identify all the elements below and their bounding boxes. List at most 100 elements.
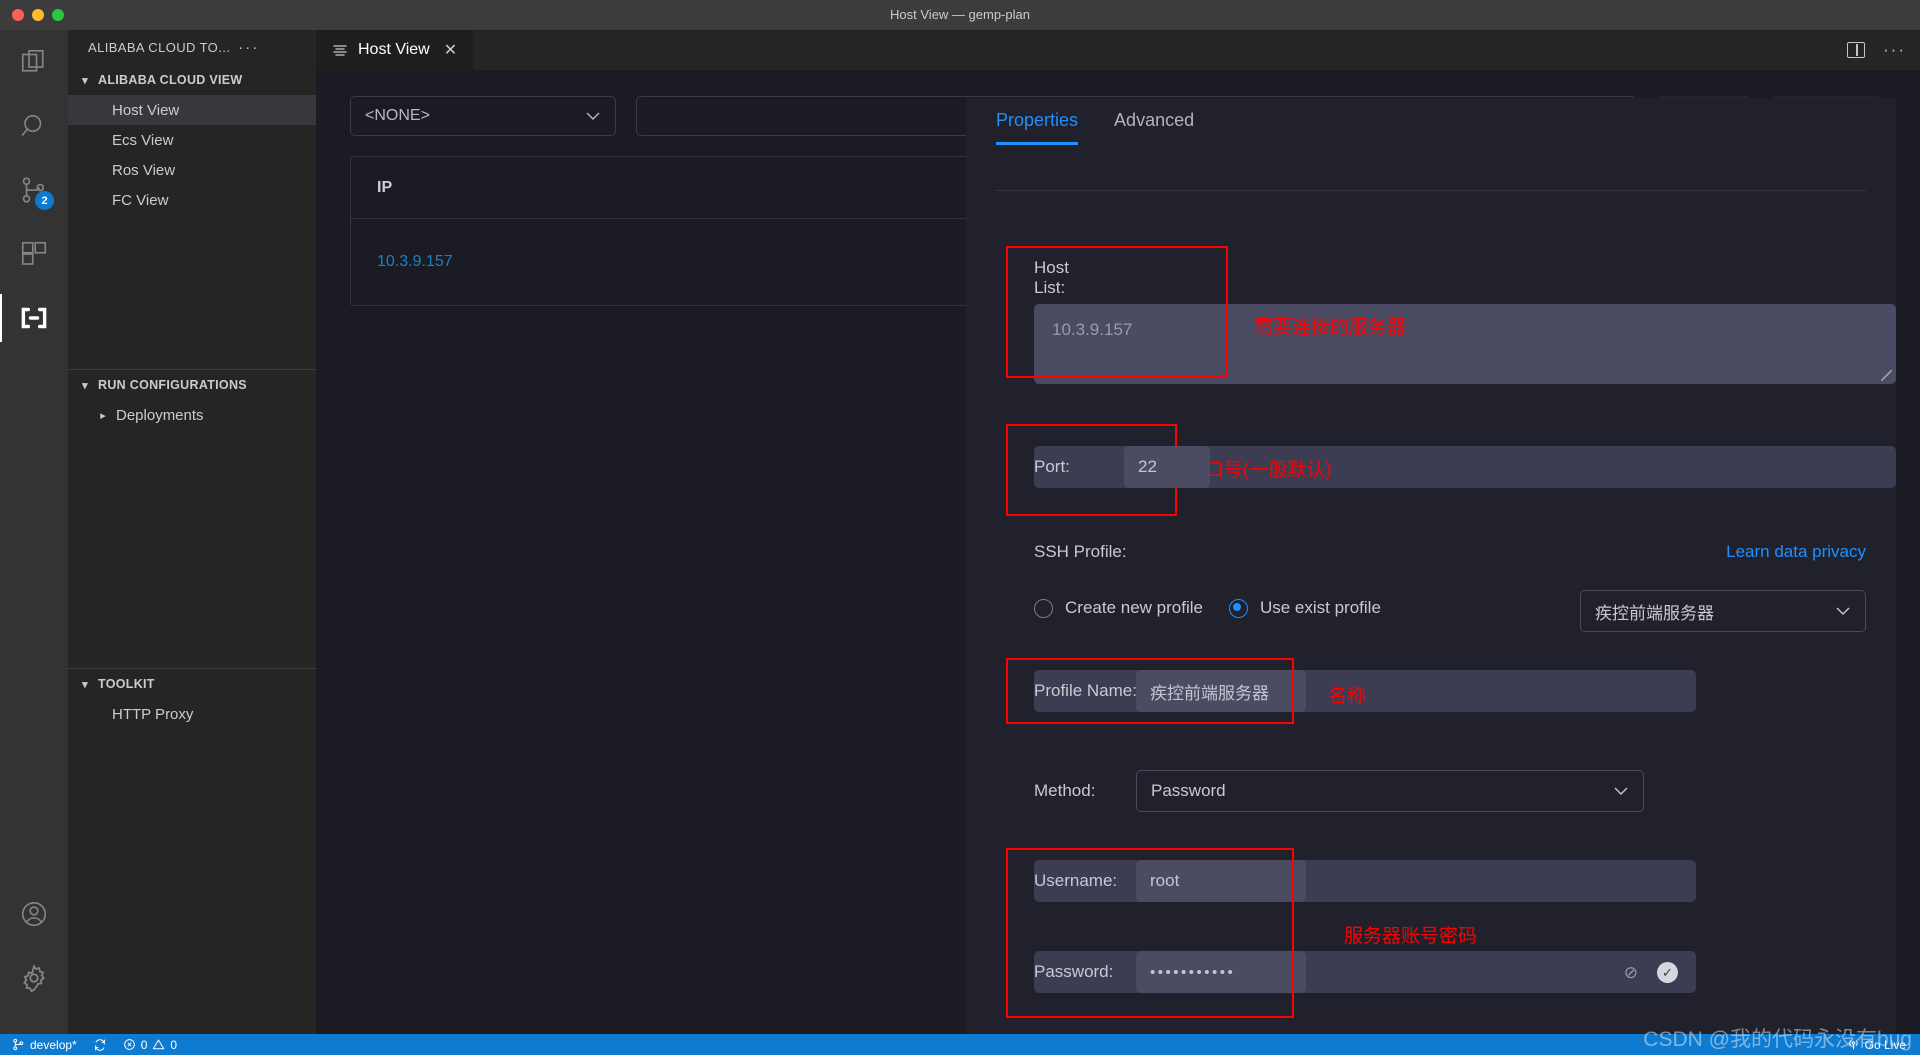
dialog-content: Properties Advanced Host List: 10.3.9.15…	[966, 98, 1896, 1055]
sidebar-item-label: Ecs View	[112, 131, 174, 149]
eye-slash-icon[interactable]: ⊘	[1624, 963, 1638, 983]
chevron-down-icon: ▾	[82, 379, 88, 392]
annotation-label-profile-name: 名称	[1328, 686, 1367, 707]
sidebar-item-ros-view[interactable]: Ros View	[68, 155, 316, 185]
explorer-icon	[21, 49, 44, 72]
password-input[interactable]: •••••••••••	[1136, 951, 1306, 993]
radio-create-new-profile-label: Create new profile	[1065, 598, 1203, 617]
window-controls[interactable]	[0, 9, 64, 21]
minimize-window-button[interactable]	[32, 9, 44, 21]
radio-button-icon	[1034, 598, 1053, 618]
sidebar-item-ecs-view[interactable]: Ecs View	[68, 125, 316, 155]
status-warning-count: 0	[170, 1037, 178, 1052]
host-list-value: 10.3.9.157	[1052, 320, 1133, 339]
radio-create-new-profile[interactable]: Create new profile	[1034, 598, 1203, 618]
chevron-right-icon: ▸	[100, 409, 106, 422]
sidebar-section-run-configurations[interactable]: ▾ RUN CONFIGURATIONS	[68, 370, 316, 400]
activity-item-source-control[interactable]: 2	[0, 158, 68, 222]
check-circle-icon[interactable]: ✓	[1657, 962, 1678, 983]
profile-name-label: Profile Name:	[1034, 681, 1137, 700]
activity-bar: 2	[0, 30, 68, 1034]
activity-item-explorer[interactable]	[0, 30, 68, 94]
dialog-tabs-divider	[996, 190, 1866, 191]
username-label: Username:	[1034, 871, 1118, 890]
title-bar: Host View — gemp-plan	[0, 0, 1920, 30]
error-icon	[123, 1039, 135, 1050]
username-value: root	[1150, 871, 1180, 890]
chevron-down-icon	[586, 112, 600, 120]
host-filter-select[interactable]: <NONE>	[350, 96, 616, 136]
broadcast-icon	[1848, 1040, 1858, 1050]
sidebar-item-label: Ros View	[112, 161, 176, 179]
account-icon	[21, 901, 47, 927]
more-actions-icon[interactable]: ···	[1883, 40, 1906, 60]
profile-name-value: 疾控前端服务器	[1150, 683, 1269, 703]
status-sync[interactable]	[93, 1038, 107, 1052]
method-value: Password	[1151, 781, 1226, 800]
host-filter-value: <NONE>	[365, 107, 430, 124]
radio-use-exist-profile[interactable]: Use exist profile	[1228, 598, 1381, 618]
sidebar-item-fc-view[interactable]: FC View	[68, 185, 316, 215]
tab-properties[interactable]: Properties	[996, 110, 1079, 145]
sidebar-item-label: FC View	[112, 191, 169, 209]
activity-item-search[interactable]	[0, 94, 68, 158]
username-row-background	[1034, 860, 1696, 902]
sidebar: ALIBABA CLOUD TO... ··· ▾ ALIBABA CLOUD …	[68, 30, 316, 1034]
username-input[interactable]: root	[1136, 860, 1306, 902]
tab-advanced-label: Advanced	[1114, 110, 1195, 130]
list-icon	[333, 45, 347, 56]
maximize-window-button[interactable]	[52, 9, 64, 21]
status-go-live[interactable]: Go Live	[1847, 1038, 1906, 1052]
existing-profile-select[interactable]: 疾控前端服务器	[1580, 590, 1866, 632]
window-title: Host View — gemp-plan	[890, 7, 1030, 22]
host-list-label: Host List:	[1034, 258, 1069, 297]
tab-host-view[interactable]: Host View ✕	[316, 30, 474, 70]
sync-icon	[94, 1038, 105, 1051]
sidebar-item-deployments[interactable]: ▸ Deployments	[68, 400, 316, 430]
annotation-label-credentials: 服务器账号密码	[1344, 926, 1478, 947]
close-window-button[interactable]	[12, 9, 24, 21]
dialog-tabs: Properties Advanced	[996, 98, 1866, 145]
activity-item-settings[interactable]	[0, 946, 68, 1010]
profile-name-input[interactable]: 疾控前端服务器	[1136, 670, 1306, 712]
split-editor-icon[interactable]	[1847, 42, 1866, 58]
editor-actions: ···	[1847, 30, 1906, 70]
status-branch[interactable]: develop*	[12, 1038, 77, 1052]
sidebar-spacer-b	[68, 430, 316, 668]
tab-label: Host View	[358, 41, 430, 58]
sidebar-header: ALIBABA CLOUD TO... ···	[68, 30, 316, 65]
sidebar-spacer-a	[68, 215, 316, 369]
sidebar-header-title: ALIBABA CLOUD TO...	[88, 40, 231, 55]
source-control-badge: 2	[35, 191, 54, 210]
chevron-down-icon	[1614, 787, 1628, 795]
activity-item-extensions[interactable]	[0, 222, 68, 286]
editor-area: Host View ✕ ··· <NONE> Search Add Ho	[316, 30, 1920, 1055]
status-bar: develop* 0 0 Go Live CSDN @我的代码永没有bug	[0, 1028, 1920, 1055]
sidebar-section-alibaba-cloud-view[interactable]: ▾ ALIBABA CLOUD VIEW	[68, 65, 316, 95]
port-input[interactable]: 22	[1124, 446, 1210, 488]
status-problems[interactable]: 0 0	[123, 1038, 177, 1052]
learn-data-privacy-link[interactable]: Learn data privacy	[1726, 542, 1866, 562]
method-select[interactable]: Password	[1136, 770, 1644, 812]
close-icon[interactable]: ✕	[444, 40, 457, 60]
resize-handle[interactable]	[1881, 370, 1892, 381]
sidebar-section-toolkit[interactable]: ▾ TOOLKIT	[68, 669, 316, 699]
gear-icon	[22, 964, 46, 993]
activity-item-remote-explorer[interactable]	[0, 286, 68, 350]
editor-tab-bar: Host View ✕ ···	[316, 30, 1920, 70]
status-branch-label: develop*	[30, 1037, 77, 1052]
host-list-textarea[interactable]: 10.3.9.157	[1034, 304, 1896, 384]
sidebar-item-http-proxy[interactable]: HTTP Proxy	[68, 699, 316, 729]
tab-advanced[interactable]: Advanced	[1114, 110, 1194, 145]
cell-ip[interactable]: 10.3.9.157	[377, 253, 453, 271]
status-bar-left: develop* 0 0	[0, 1038, 177, 1052]
sidebar-more-actions-icon[interactable]: ···	[238, 39, 259, 56]
password-label: Password:	[1034, 962, 1114, 981]
activity-item-accounts[interactable]	[0, 882, 68, 946]
chevron-down-icon: ▾	[82, 678, 88, 691]
sidebar-section-label: RUN CONFIGURATIONS	[98, 378, 247, 392]
sidebar-item-host-view[interactable]: Host View	[68, 95, 316, 125]
password-row-background: ⊘ ✓	[1034, 951, 1696, 993]
status-bar-right: Go Live	[1847, 1034, 1920, 1055]
column-header-ip: IP	[377, 178, 393, 196]
